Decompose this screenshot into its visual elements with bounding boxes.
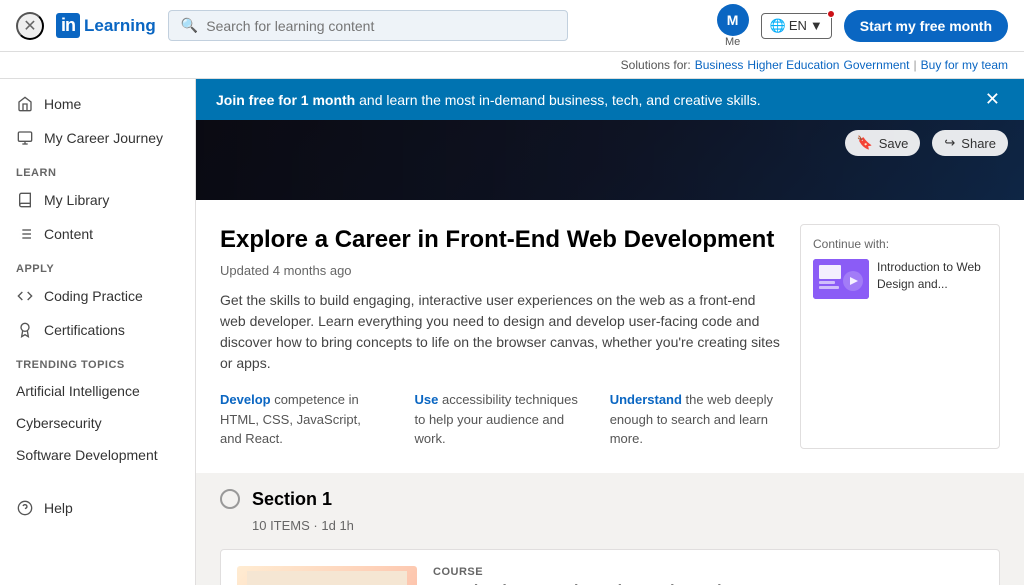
sidebar-topic-ai[interactable]: Artificial Intelligence: [0, 375, 195, 407]
course-item-card[interactable]: 1h 54m COURSE Introduction to Web Design…: [220, 549, 1000, 585]
apply-section-label: Apply: [0, 251, 195, 279]
language-label: EN: [789, 18, 807, 33]
sidebar-topic-cyber[interactable]: Cybersecurity: [0, 407, 195, 439]
career-icon: [16, 129, 34, 147]
thumbnail-image: [237, 566, 417, 585]
share-label: Share: [961, 136, 996, 151]
sidebar-item-content[interactable]: Content: [0, 217, 195, 251]
section-meta: 10 ITEMS · 1d 1h: [252, 518, 1000, 533]
sidebar-help-label: Help: [44, 500, 73, 516]
sidebar-home-label: Home: [44, 96, 81, 112]
sidebar-certs-label: Certifications: [44, 322, 125, 338]
continue-card[interactable]: Continue with: Introduction to Web Desig…: [800, 224, 1000, 449]
home-icon: [16, 95, 34, 113]
save-button[interactable]: 🔖 Save: [845, 130, 921, 156]
me-menu[interactable]: M Me: [717, 4, 749, 48]
sidebar-item-coding[interactable]: Coding Practice: [0, 279, 195, 313]
course-title: Explore a Career in Front-End Web Develo…: [220, 224, 780, 255]
course-thumbnail: 1h 54m: [237, 566, 417, 585]
course-type: COURSE: [433, 566, 983, 578]
language-icon: 🌐: [770, 18, 786, 34]
coding-icon: [16, 287, 34, 305]
highlight1-strong: Develop: [220, 392, 271, 407]
search-bar[interactable]: 🔍: [168, 10, 568, 41]
highlight2-text: accessibility techniques to help your au…: [415, 392, 578, 446]
continue-inner: Introduction to Web Design and...: [813, 259, 987, 299]
notification-dot: [827, 10, 835, 18]
sidebar-item-home[interactable]: Home: [0, 87, 195, 121]
cert-icon: [16, 321, 34, 339]
content-icon: [16, 225, 34, 243]
highlight-2: Use accessibility techniques to help you…: [415, 390, 580, 449]
top-bar-right: M Me 🌐 EN ▼ Start my free month: [717, 4, 1008, 48]
main-layout: Home My Career Journey Learn My Library …: [0, 79, 1024, 585]
highlight2-strong: Use: [415, 392, 439, 407]
course-description: Get the skills to build engaging, intera…: [220, 290, 780, 374]
sidebar-coding-label: Coding Practice: [44, 288, 143, 304]
solutions-bar: Solutions for: Business Higher Education…: [0, 52, 1024, 79]
me-label: Me: [725, 36, 740, 48]
sidebar-topic-softdev[interactable]: Software Development: [0, 439, 195, 471]
logo-text: Learning: [84, 16, 156, 36]
learn-section-label: Learn: [0, 155, 195, 183]
close-button[interactable]: ✕: [16, 12, 44, 40]
course-highlights: Develop competence in HTML, CSS, JavaScr…: [220, 390, 780, 449]
content-area: Join free for 1 month and learn the most…: [196, 79, 1024, 585]
library-icon: [16, 191, 34, 209]
continue-label: Continue with:: [813, 237, 987, 251]
hero-actions: 🔖 Save ↪ Share: [845, 130, 1008, 156]
start-free-button[interactable]: Start my free month: [844, 10, 1008, 42]
trending-section-label: Trending topics: [0, 347, 195, 375]
save-label: Save: [879, 136, 909, 151]
section-circle: [220, 489, 240, 509]
section-items: 10 ITEMS: [252, 518, 310, 533]
buy-for-team-link[interactable]: Buy for my team: [921, 58, 1008, 72]
promo-banner: Join free for 1 month and learn the most…: [196, 79, 1024, 120]
share-icon: ↪: [944, 135, 955, 151]
highlight-1: Develop competence in HTML, CSS, JavaScr…: [220, 390, 385, 449]
solutions-business[interactable]: Business: [695, 58, 744, 72]
sidebar-library-label: My Library: [44, 192, 109, 208]
solutions-label: Solutions for:: [621, 58, 691, 72]
section-title: Section 1: [252, 489, 332, 510]
search-icon: 🔍: [181, 17, 198, 34]
sidebar: Home My Career Journey Learn My Library …: [0, 79, 196, 585]
top-bar: ✕ in Learning 🔍 M Me 🌐 EN ▼ Start my fre…: [0, 0, 1024, 52]
sidebar-content-label: Content: [44, 226, 93, 242]
course-info: Explore a Career in Front-End Web Develo…: [220, 224, 780, 449]
linkedin-icon: in: [56, 13, 80, 38]
promo-banner-text: Join free for 1 month and learn the most…: [216, 92, 761, 108]
course-updated: Updated 4 months ago: [220, 263, 780, 278]
highlight-3: Understand the web deeply enough to sear…: [610, 390, 780, 449]
promo-bold: Join free for 1 month: [216, 92, 355, 108]
sidebar-item-certs[interactable]: Certifications: [0, 313, 195, 347]
sidebar-item-help[interactable]: Help: [0, 491, 195, 525]
highlight3-strong: Understand: [610, 392, 682, 407]
course-item-info: COURSE Introduction to Web Design and De…: [433, 566, 983, 585]
search-input[interactable]: [206, 18, 555, 34]
section-area: Section 1 10 ITEMS · 1d 1h: [196, 473, 1024, 585]
solutions-higher-ed[interactable]: Higher Education: [747, 58, 839, 72]
continue-thumbnail: [813, 259, 869, 299]
sidebar-item-library[interactable]: My Library: [0, 183, 195, 217]
separator: |: [914, 58, 917, 72]
help-icon: [16, 499, 34, 517]
solutions-government[interactable]: Government: [843, 58, 909, 72]
language-button[interactable]: 🌐 EN ▼: [761, 13, 832, 39]
avatar: M: [717, 4, 749, 36]
promo-close-button[interactable]: ✕: [981, 89, 1004, 110]
sidebar-career-label: My Career Journey: [44, 130, 163, 146]
section-duration: 1d 1h: [321, 518, 354, 533]
section-header: Section 1: [220, 489, 1000, 510]
course-card: Explore a Career in Front-End Web Develo…: [196, 200, 1024, 473]
continue-course-text: Introduction to Web Design and...: [877, 259, 987, 293]
linkedin-logo[interactable]: in Learning: [56, 13, 156, 38]
chevron-down-icon: ▼: [810, 18, 823, 33]
sidebar-item-career[interactable]: My Career Journey: [0, 121, 195, 155]
bookmark-icon: 🔖: [857, 135, 873, 151]
share-button[interactable]: ↪ Share: [932, 130, 1008, 156]
hero-section: 🔖 Save ↪ Share: [196, 120, 1024, 200]
